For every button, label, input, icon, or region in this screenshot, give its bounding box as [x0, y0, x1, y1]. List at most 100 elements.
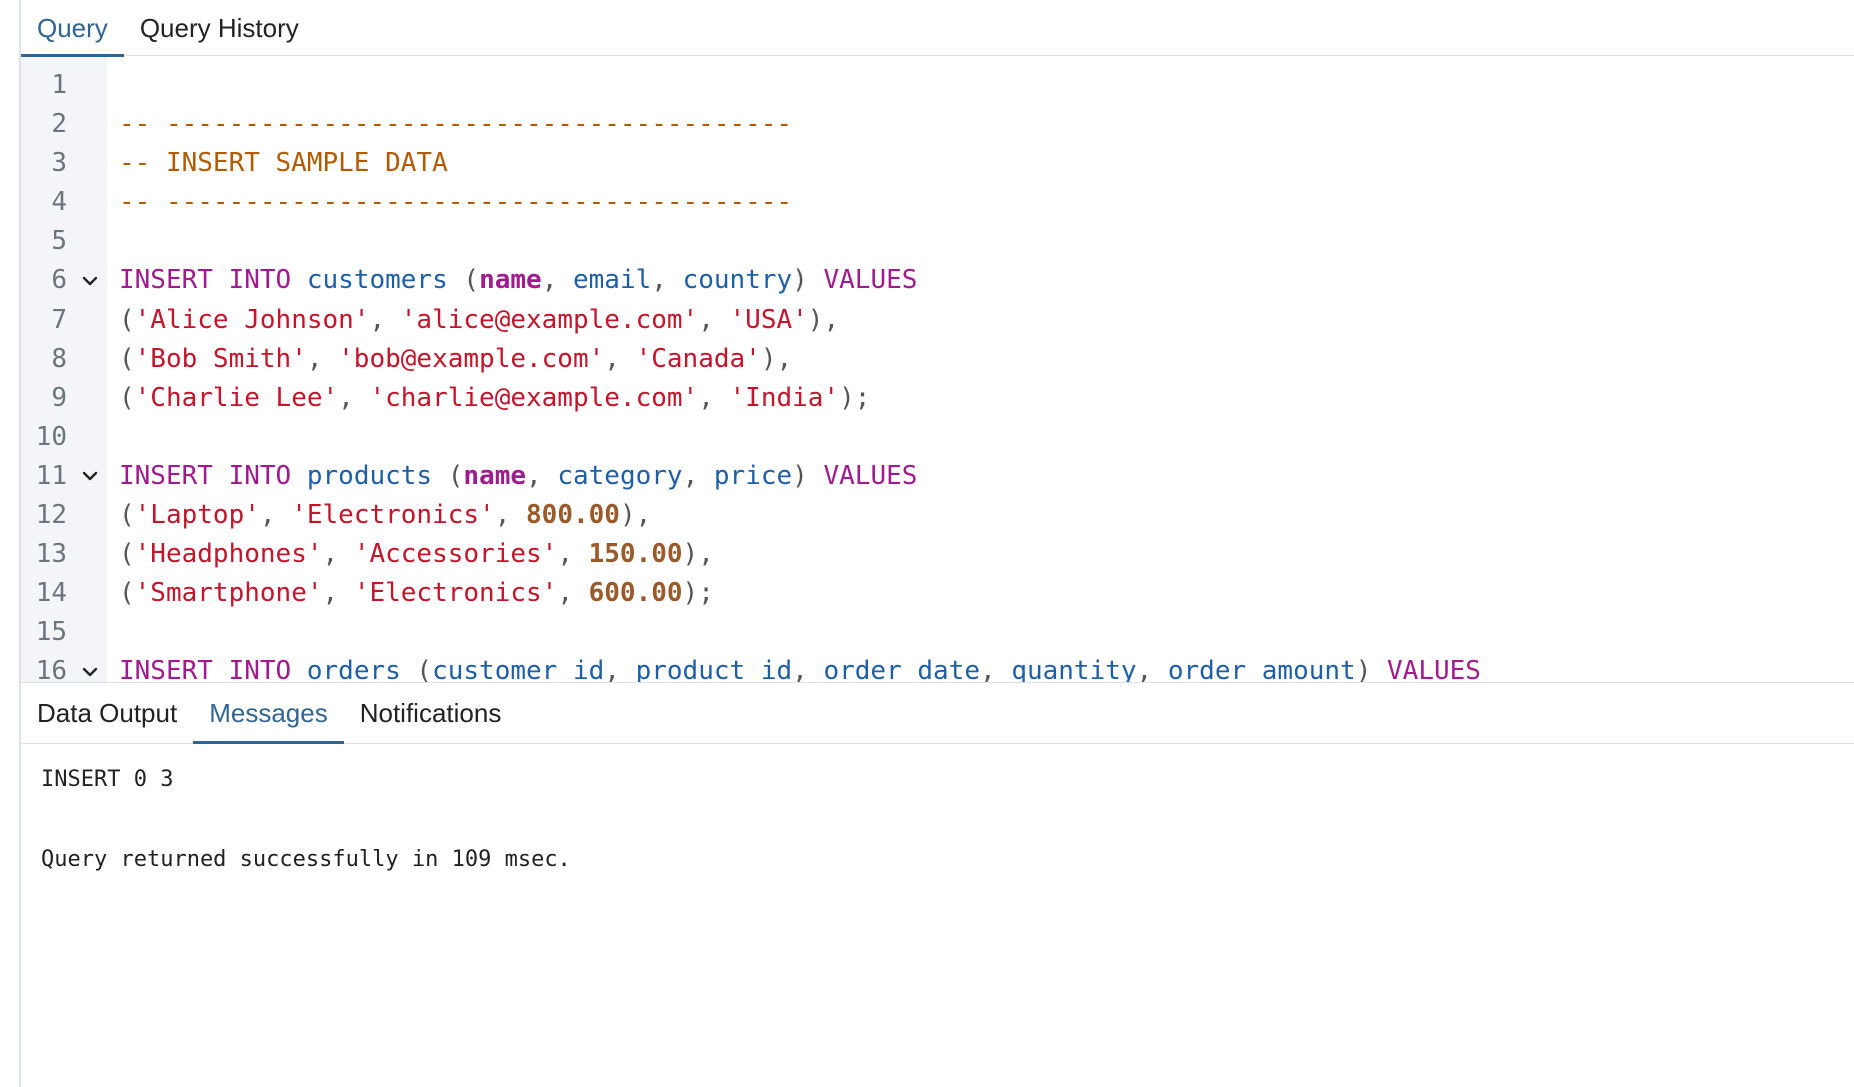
line-number: 2	[51, 109, 67, 140]
code-line[interactable]: 12 ('Laptop', 'Electronics', 800.00),	[21, 496, 1854, 535]
code-token-keyword: INSERT	[119, 656, 213, 682]
code-token-punct: ,	[1136, 656, 1168, 682]
code-token-string: 'Electronics'	[353, 578, 558, 609]
code-token-punct: ,	[682, 460, 714, 491]
code-text: ('Alice Johnson', 'alice@example.com', '…	[119, 301, 839, 340]
code-token-punct: (	[447, 265, 480, 296]
code-line[interactable]: 7 ('Alice Johnson', 'alice@example.com', …	[21, 301, 1854, 340]
line-number: 8	[51, 343, 67, 374]
code-line[interactable]: 10	[21, 418, 1854, 457]
code-line[interactable]: 14 ('Smartphone', 'Electronics', 600.00);	[21, 574, 1854, 613]
code-token-punct: ,	[557, 539, 589, 570]
tab-notifications[interactable]: Notifications	[344, 683, 518, 743]
code-token-col: product_id	[635, 656, 793, 682]
code-token-string: 'Canada'	[635, 343, 761, 374]
message-insert-result: INSERT 0 3	[41, 767, 174, 792]
code-line[interactable]: 13 ('Headphones', 'Accessories', 150.00),	[21, 535, 1854, 574]
code-text: ('Headphones', 'Accessories', 150.00),	[119, 535, 714, 574]
code-token-keyword: INSERT	[119, 460, 213, 491]
code-token-comment: -- -------------------------------------…	[119, 109, 793, 140]
code-token-bcol: name	[463, 460, 527, 491]
code-token-table: products	[306, 460, 433, 491]
code-token-string: 'Laptop'	[134, 500, 260, 531]
code-token-string: 'Bob Smith'	[134, 343, 307, 374]
line-number: 5	[51, 226, 67, 257]
code-token-punct: ,	[526, 460, 558, 491]
tab-messages[interactable]: Messages	[193, 683, 344, 744]
code-token-string: 'charlie@example.com'	[369, 382, 699, 413]
code-token-punct: (	[432, 460, 464, 491]
code-token-string: 'bob@example.com'	[338, 343, 605, 374]
code-token-punct: )	[792, 265, 824, 296]
output-tabs: Data Output Messages Notifications	[21, 682, 1854, 744]
code-token-string: 'Charlie Lee'	[134, 382, 339, 413]
code-token-punct: ,	[541, 265, 573, 296]
tab-query[interactable]: Query	[21, 0, 124, 57]
code-token-string: 'USA'	[729, 304, 808, 335]
code-text: INSERT INTO products (name, category, pr…	[119, 457, 917, 496]
code-line[interactable]: 6 INSERT INTO customers (name, email, cou…	[21, 261, 1854, 300]
code-token-punct: ),	[619, 500, 652, 531]
code-line[interactable]: 8 ('Bob Smith', 'bob@example.com', 'Canad…	[21, 340, 1854, 379]
code-token-table: orders	[306, 656, 401, 682]
code-token-keyword: VALUES	[823, 265, 918, 296]
code-token-punct	[213, 265, 229, 295]
code-token-punct: ,	[651, 265, 683, 296]
code-token-punct	[291, 265, 307, 295]
code-token-punct: ,	[604, 343, 636, 374]
line-number: 4	[51, 187, 67, 218]
code-token-punct	[291, 461, 307, 491]
code-line[interactable]: 11 INSERT INTO products (name, category, …	[21, 457, 1854, 496]
code-text: -- INSERT SAMPLE DATA	[119, 144, 448, 183]
code-line[interactable]: 2 -- ------------------------------------…	[21, 105, 1854, 144]
code-token-comment: -- INSERT SAMPLE DATA	[119, 148, 448, 179]
code-line[interactable]: 5	[21, 222, 1854, 261]
code-text: ('Charlie Lee', 'charlie@example.com', '…	[119, 379, 870, 418]
code-token-string: 'Alice Johnson'	[134, 304, 370, 335]
chevron-down-icon[interactable]	[79, 457, 101, 496]
tab-query-history[interactable]: Query History	[124, 0, 315, 56]
code-line[interactable]: 9 ('Charlie Lee', 'charlie@example.com', …	[21, 379, 1854, 418]
code-token-punct: ,	[792, 656, 824, 682]
code-token-keyword: INTO	[228, 460, 292, 491]
line-number: 14	[35, 578, 67, 609]
code-token-number: 800.00	[526, 500, 620, 531]
code-token-punct: ,	[338, 382, 370, 413]
sql-editor[interactable]: 1 2 -- -----------------------------------…	[21, 57, 1854, 682]
code-line[interactable]: 4 -- ------------------------------------…	[21, 183, 1854, 222]
code-token-punct: ,	[259, 500, 292, 531]
code-token-keyword: INTO	[228, 656, 292, 682]
code-token-punct: ,	[698, 382, 730, 413]
code-token-punct: ,	[369, 304, 401, 335]
code-token-col: customer_id	[432, 656, 605, 682]
chevron-down-icon[interactable]	[79, 261, 101, 300]
code-line[interactable]: 1	[21, 66, 1854, 105]
line-number: 12	[35, 500, 67, 531]
code-token-string: 'India'	[729, 382, 840, 413]
code-text: INSERT INTO orders (customer_id, product…	[119, 652, 1481, 682]
code-token-punct: (	[119, 500, 135, 531]
code-line[interactable]: 3 -- INSERT SAMPLE DATA	[21, 144, 1854, 183]
code-text: ('Laptop', 'Electronics', 800.00),	[119, 496, 651, 535]
tab-data-output[interactable]: Data Output	[21, 683, 193, 743]
line-number: 10	[35, 421, 67, 452]
code-token-keyword: VALUES	[1387, 656, 1481, 682]
code-token-number: 150.00	[588, 539, 683, 570]
code-token-punct: ,	[494, 500, 527, 531]
chevron-down-icon[interactable]	[79, 652, 101, 682]
code-token-punct: (	[119, 578, 135, 609]
code-token-punct: )	[792, 460, 824, 491]
code-token-col: category	[557, 460, 683, 491]
code-line[interactable]: 15	[21, 613, 1854, 652]
code-token-punct: (	[119, 539, 135, 570]
code-token-col: order_date	[823, 656, 980, 682]
line-number: 9	[51, 382, 67, 413]
code-token-col: order_amount	[1167, 656, 1356, 682]
code-token-keyword: INTO	[228, 265, 292, 296]
code-token-punct: ,	[322, 578, 354, 609]
line-number: 15	[35, 617, 67, 648]
code-line[interactable]: 16 INSERT INTO orders (customer_id, produ…	[21, 652, 1854, 682]
code-token-punct: ,	[557, 578, 589, 609]
code-token-number: 600.00	[588, 578, 683, 609]
